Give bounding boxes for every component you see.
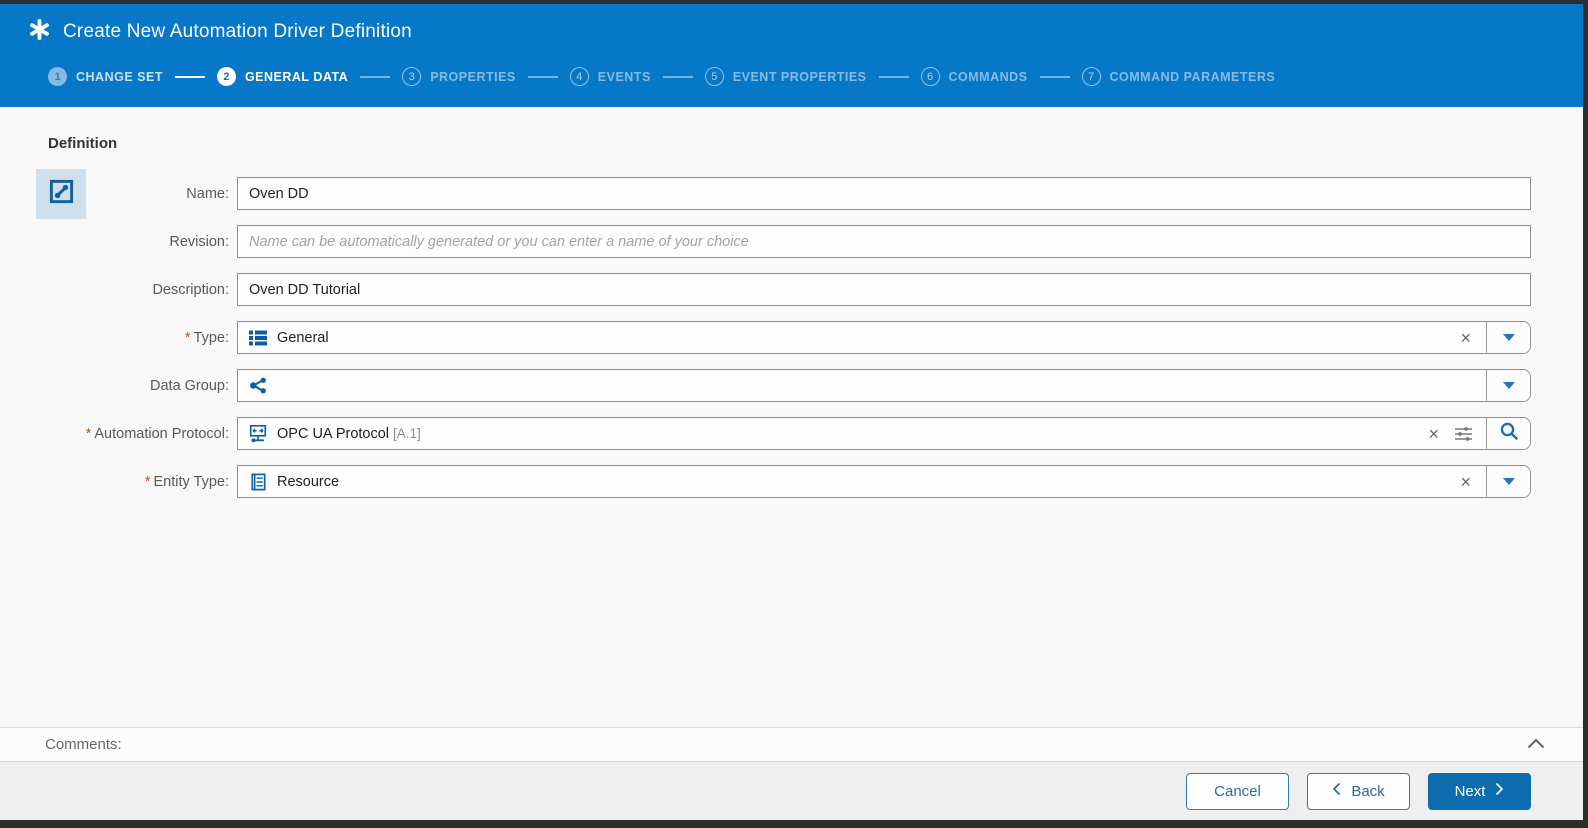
search-icon xyxy=(1499,421,1519,446)
asterisk-icon xyxy=(28,18,51,46)
step-number: 7 xyxy=(1081,67,1101,86)
wizard-footer: Cancel Back Next xyxy=(0,762,1583,820)
step-general-data[interactable]: 2 GENERAL DATA xyxy=(216,67,349,86)
step-command-parameters[interactable]: 7 COMMAND PARAMETERS xyxy=(1081,67,1276,86)
comments-bar[interactable]: Comments: xyxy=(0,727,1583,762)
automation-protocol-value: OPC UA Protocol xyxy=(277,425,390,442)
network-icon xyxy=(248,424,268,444)
step-connector xyxy=(174,75,205,78)
share-icon xyxy=(248,376,268,396)
required-marker: * xyxy=(184,329,191,346)
chevron-down-icon xyxy=(1502,334,1515,341)
step-commands[interactable]: 6 COMMANDS xyxy=(920,67,1028,86)
form-row-type: * Type: General × xyxy=(0,321,1531,354)
step-number: 1 xyxy=(48,67,67,86)
chevron-left-icon xyxy=(1332,782,1341,800)
back-button[interactable]: Back xyxy=(1307,772,1410,810)
step-connector xyxy=(360,75,391,78)
type-value: General xyxy=(277,329,329,346)
step-number: 3 xyxy=(402,67,422,86)
entity-type-label: * Entity Type: xyxy=(144,473,229,490)
step-number: 4 xyxy=(569,67,589,86)
filter-sliders-icon[interactable] xyxy=(1454,425,1473,443)
name-label: Name: xyxy=(186,185,229,202)
chevron-down-icon xyxy=(1502,478,1515,485)
step-label: GENERAL DATA xyxy=(244,69,349,84)
page-title: Create New Automation Driver Definition xyxy=(63,21,412,42)
chevron-up-icon xyxy=(1527,736,1545,754)
entity-type-select[interactable]: Resource × xyxy=(237,465,1531,498)
form-row-automation-protocol: * Automation Protocol: OPC UA Protocol [… xyxy=(0,417,1531,450)
step-number: 5 xyxy=(704,67,724,86)
type-dropdown-button[interactable] xyxy=(1486,322,1530,353)
step-label: CHANGE SET xyxy=(76,69,163,84)
form-row-revision: Revision: xyxy=(0,225,1531,258)
step-connector xyxy=(662,75,693,78)
form-row-entity-type: * Entity Type: Resource × xyxy=(0,465,1531,498)
chevron-right-icon xyxy=(1495,782,1504,800)
step-events[interactable]: 4 EVENTS xyxy=(569,67,651,86)
automation-protocol-lookup[interactable]: OPC UA Protocol [A.1] × xyxy=(237,417,1531,450)
clear-icon[interactable]: × xyxy=(1460,473,1471,491)
form-row-description: Description: xyxy=(0,273,1531,306)
step-label: EVENT PROPERTIES xyxy=(732,69,867,84)
data-group-select[interactable] xyxy=(237,369,1531,402)
entity-type-value: Resource xyxy=(277,473,340,490)
automation-protocol-search-button[interactable] xyxy=(1486,418,1530,449)
step-number: 6 xyxy=(920,67,940,86)
clear-icon[interactable]: × xyxy=(1460,329,1471,347)
revision-label: Revision: xyxy=(169,233,229,250)
description-input[interactable] xyxy=(237,273,1531,306)
step-label: PROPERTIES xyxy=(430,69,516,84)
wizard-window: Create New Automation Driver Definition … xyxy=(0,4,1583,820)
step-connector xyxy=(527,75,558,78)
data-group-dropdown-button[interactable] xyxy=(1486,370,1530,401)
step-event-properties[interactable]: 5 EVENT PROPERTIES xyxy=(704,67,867,86)
collapse-comments-button[interactable] xyxy=(1527,736,1545,754)
next-button[interactable]: Next xyxy=(1428,772,1531,810)
name-input[interactable] xyxy=(237,177,1531,210)
step-label: COMMANDS xyxy=(948,69,1028,84)
type-select[interactable]: General × xyxy=(237,321,1531,354)
clear-icon[interactable]: × xyxy=(1428,425,1439,443)
step-label: EVENTS xyxy=(597,69,651,84)
wizard-steps: 1 CHANGE SET 2 GENERAL DATA 3 PROPERTIES… xyxy=(48,67,1275,86)
automation-protocol-label: * Automation Protocol: xyxy=(85,425,229,442)
required-marker: * xyxy=(144,473,151,490)
revision-input[interactable] xyxy=(237,225,1531,258)
required-marker: * xyxy=(85,425,92,442)
description-label: Description: xyxy=(152,281,229,298)
wizard-header: Create New Automation Driver Definition … xyxy=(0,4,1583,107)
step-label: COMMAND PARAMETERS xyxy=(1109,69,1276,84)
definition-form: Name: Revision: Description: *Type: xyxy=(0,177,1531,513)
step-change-set[interactable]: 1 CHANGE SET xyxy=(48,67,163,86)
type-label: * Type: xyxy=(184,329,229,346)
automation-protocol-revision: [A.1] xyxy=(393,426,421,441)
form-row-data-group: Data Group: xyxy=(0,369,1531,402)
step-number: 2 xyxy=(216,67,236,86)
comments-label: Comments: xyxy=(45,736,122,753)
list-icon xyxy=(248,328,268,348)
step-properties[interactable]: 3 PROPERTIES xyxy=(402,67,516,86)
step-connector xyxy=(878,75,909,78)
cancel-button[interactable]: Cancel xyxy=(1186,772,1289,810)
data-group-label: Data Group: xyxy=(150,377,229,394)
section-title: Definition xyxy=(48,135,118,152)
step-connector xyxy=(1039,75,1070,78)
form-row-name: Name: xyxy=(0,177,1531,210)
document-icon xyxy=(248,472,268,492)
entity-type-dropdown-button[interactable] xyxy=(1486,466,1530,497)
chevron-down-icon xyxy=(1502,382,1515,389)
form-panel: Definition Name: Revision: xyxy=(0,107,1583,715)
